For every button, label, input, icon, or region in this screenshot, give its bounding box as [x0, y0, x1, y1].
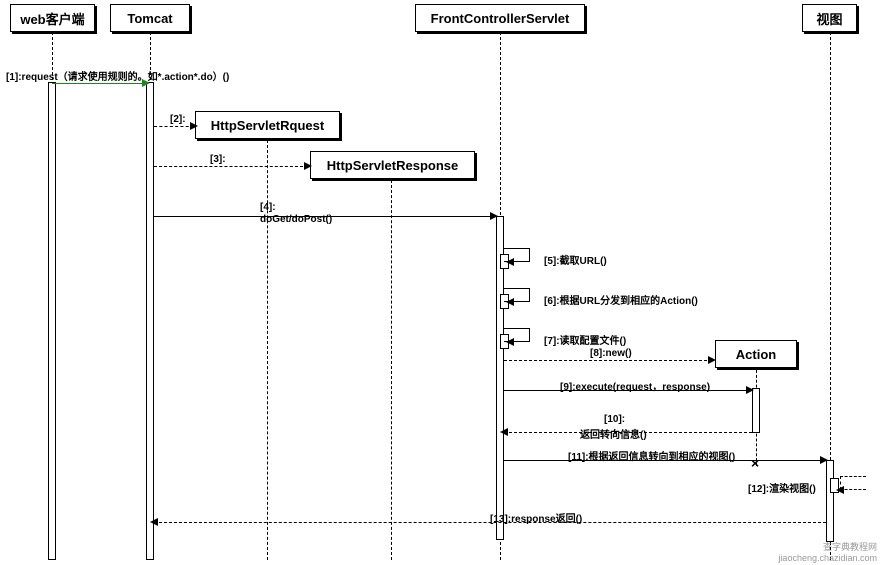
lifeline-httpresp — [391, 180, 392, 560]
msg-3-head — [304, 162, 312, 170]
msg-8-label: [8]:new() — [590, 348, 632, 359]
msg-6-head — [506, 298, 514, 306]
msg-6-label: [6]:根据URL分发到相应的Action() — [544, 292, 698, 307]
msg-3-label: [3]: — [210, 154, 226, 165]
watermark: 查字典教程网 jiaocheng.chazidian.com — [778, 540, 877, 563]
msg-10-head — [500, 428, 508, 436]
activation-tomcat — [146, 82, 154, 560]
msg-1-label: [1]:request（请求使用规则的。如*.action*.do）() — [6, 68, 229, 83]
msg-4-head — [490, 212, 498, 220]
participant-httpresp: HttpServletResponse — [310, 151, 475, 179]
msg-4-arrow — [154, 216, 494, 217]
participant-frontcontroller: FrontControllerServlet — [415, 4, 585, 32]
participant-label: 视图 — [816, 9, 842, 28]
msg-12-head — [836, 486, 844, 494]
msg-9-head — [746, 386, 754, 394]
msg-8-head — [708, 356, 716, 364]
msg-2-head — [190, 122, 198, 130]
msg-9-arrow — [504, 390, 750, 391]
participant-label: Action — [736, 347, 776, 362]
msg-2-label: [2]: — [170, 114, 186, 125]
msg-5-head — [506, 258, 514, 266]
msg-2-arrow — [154, 126, 194, 127]
msg-13-arrow — [154, 522, 826, 523]
destroy-x-action: × — [751, 455, 759, 471]
msg-1-head — [142, 79, 150, 87]
msg-7-label: [7]:读取配置文件() — [544, 332, 626, 347]
participant-label: HttpServletRquest — [211, 118, 324, 133]
msg-10b-label: 返回转向信息() — [580, 426, 647, 441]
msg-10-arrow — [504, 432, 752, 433]
msg-10-label: [10]: — [604, 414, 625, 425]
msg-8-arrow — [504, 360, 712, 361]
msg-7-head — [506, 338, 514, 346]
msg-1-arrow — [52, 83, 146, 84]
activation-view — [826, 460, 834, 542]
msg-12-label: [12]:渲染视图() — [748, 480, 816, 495]
participant-label: HttpServletResponse — [327, 158, 458, 173]
msg-4-label: [4]: — [260, 202, 276, 213]
msg-11-arrow — [504, 460, 824, 461]
participant-web-client: web客户端 — [10, 4, 95, 32]
msg-13-head — [150, 518, 158, 526]
participant-httpreq: HttpServletRquest — [195, 111, 340, 139]
participant-label: FrontControllerServlet — [431, 11, 570, 26]
participant-label: Tomcat — [127, 11, 172, 26]
msg-5-label: [5]:截取URL() — [544, 252, 607, 267]
activation-web — [48, 82, 56, 560]
activation-action — [752, 388, 760, 433]
participant-action: Action — [715, 340, 797, 368]
msg-11-head — [820, 456, 828, 464]
msg-3-arrow — [154, 166, 308, 167]
participant-tomcat: Tomcat — [110, 4, 190, 32]
participant-label: web客户端 — [20, 9, 84, 28]
participant-view: 视图 — [802, 4, 857, 32]
